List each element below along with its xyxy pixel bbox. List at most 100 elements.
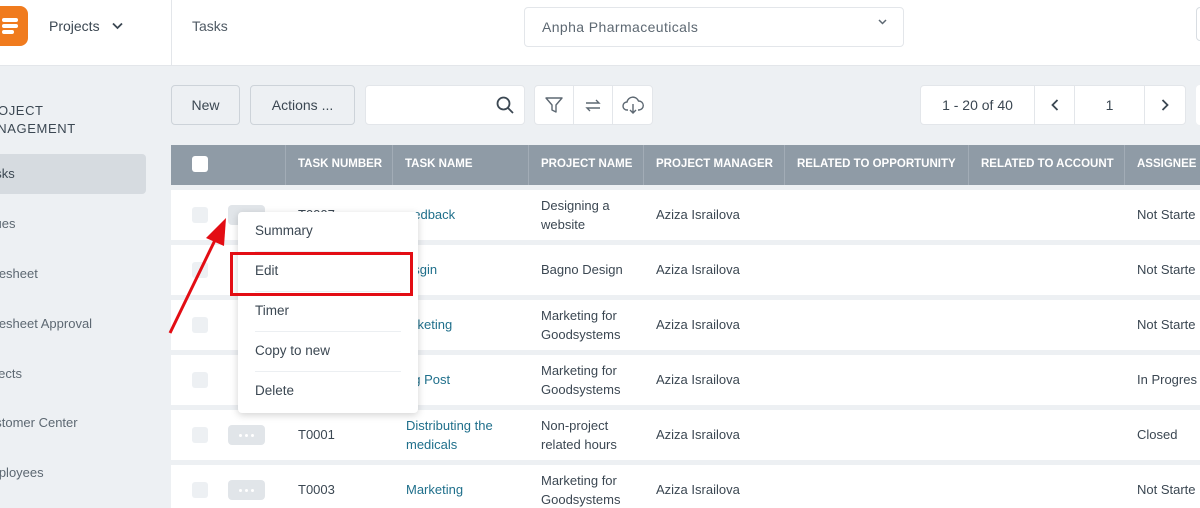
user-menu-button[interactable]	[1196, 7, 1200, 41]
column-project-manager[interactable]: PROJECT MANAGER	[643, 145, 773, 185]
sidebar: ROJECT ANAGEMENT asks sues mesheet meshe…	[0, 66, 171, 508]
sidebar-item-tasks[interactable]: asks	[0, 154, 146, 194]
row-actions-button[interactable]	[228, 425, 265, 445]
sidebar-item-label: mesheet	[0, 266, 38, 281]
list-tools	[534, 85, 653, 125]
menu-item-summary[interactable]: Summary	[255, 212, 401, 252]
row-checkbox[interactable]	[192, 207, 208, 223]
sidebar-item-label: mesheet Approval	[0, 316, 93, 331]
company-select[interactable]: Anpha Pharmaceuticals	[524, 7, 904, 47]
edit-highlight-box	[230, 252, 413, 296]
top-bar: Projects Tasks Anpha Pharmaceuticals	[0, 0, 1200, 66]
column-task-number[interactable]: TASK NUMBER	[285, 145, 382, 185]
project-name-line: Marketing for	[541, 308, 617, 323]
chevron-down-icon	[111, 22, 123, 30]
column-task-name[interactable]: TASK NAME	[392, 145, 473, 185]
sidebar-heading: ROJECT ANAGEMENT	[0, 102, 76, 138]
project-name-line: Goodsystems	[541, 492, 621, 507]
column-related-account[interactable]: RELATED TO ACCOUNT	[968, 145, 1114, 185]
app-name: Projects	[49, 18, 100, 34]
actions-button[interactable]: Actions ...	[250, 85, 355, 125]
project-name: Bagno Design	[541, 262, 623, 277]
sidebar-item-customer-center[interactable]: ustomer Center	[0, 403, 146, 443]
sidebar-heading-line: ROJECT	[0, 103, 44, 118]
project-name: Marketing for Goodsystems	[541, 361, 620, 399]
table-row[interactable]: T0003 Marketing Marketing for Goodsystems…	[171, 465, 1200, 508]
chevron-down-icon	[878, 19, 887, 25]
page-number-field[interactable]: 1	[1075, 86, 1145, 124]
divider	[171, 0, 172, 66]
row-checkbox[interactable]	[192, 262, 208, 278]
project-name: Designing a website	[541, 196, 610, 234]
sidebar-item-timesheet[interactable]: mesheet	[0, 254, 146, 294]
menu-item-delete[interactable]: Delete	[255, 372, 401, 412]
cloud-download-icon	[621, 96, 644, 114]
search-icon[interactable]	[496, 96, 514, 114]
column-related-opportunity[interactable]: RELATED TO OPPORTUNITY	[784, 145, 956, 185]
project-manager: Aziza Israilova	[656, 262, 740, 277]
prev-page-button[interactable]	[1035, 86, 1075, 124]
assignee-status: Not Starte	[1137, 207, 1196, 222]
project-manager: Aziza Israilova	[656, 372, 740, 387]
task-name-line: Distributing the	[406, 418, 493, 433]
download-button[interactable]	[613, 86, 652, 124]
sidebar-item-label: ustomer Center	[0, 415, 78, 430]
project-name: Non-project related hours	[541, 416, 617, 454]
company-select-value: Anpha Pharmaceuticals	[542, 19, 699, 35]
toolbar-button[interactable]	[1196, 85, 1200, 125]
refresh-button[interactable]	[574, 86, 613, 124]
project-manager: Aziza Israilova	[656, 427, 740, 442]
project-name: Marketing for Goodsystems	[541, 471, 620, 508]
app-switcher[interactable]: Projects	[49, 18, 123, 34]
task-name-link[interactable]: Marketing	[406, 480, 463, 499]
column-project-name[interactable]: PROJECT NAME	[528, 145, 632, 185]
next-page-button[interactable]	[1145, 86, 1185, 124]
sidebar-item-projects[interactable]: ojects	[0, 354, 146, 394]
task-name-link[interactable]: Distributing the medicals	[406, 416, 493, 454]
sidebar-item-timesheet-approval[interactable]: mesheet Approval	[0, 304, 146, 344]
project-name-line: Marketing for	[541, 473, 617, 488]
project-manager: Aziza Israilova	[656, 482, 740, 497]
sidebar-item-label: asks	[0, 166, 15, 181]
assignee-status: Not Starte	[1137, 317, 1196, 332]
app-logo-icon[interactable]	[0, 6, 28, 46]
assignee-status: Not Starte	[1137, 262, 1196, 277]
task-name-line: medicals	[406, 437, 458, 452]
pagination-range: 1 - 20 of 40	[921, 86, 1035, 124]
project-manager: Aziza Israilova	[656, 207, 740, 222]
filter-button[interactable]	[535, 86, 574, 124]
project-name-line: Non-project	[541, 418, 609, 433]
project-manager: Aziza Israilova	[656, 317, 740, 332]
pagination: 1 - 20 of 40 1	[920, 85, 1186, 125]
project-name-line: website	[541, 217, 586, 232]
search-input[interactable]	[376, 87, 496, 123]
chevron-right-icon	[1161, 99, 1169, 111]
project-name-line: Goodsystems	[541, 327, 621, 342]
project-name-line: Goodsystems	[541, 382, 621, 397]
sidebar-item-label: mployees	[0, 465, 44, 480]
new-button[interactable]: New	[171, 85, 240, 125]
task-number: T0003	[298, 482, 335, 497]
header-actions-column	[215, 145, 285, 185]
select-all-checkbox[interactable]	[192, 156, 208, 172]
row-context-menu: Summary Edit Timer Copy to new Delete	[238, 212, 418, 413]
assignee-status: Not Starte	[1137, 482, 1196, 497]
table-header: TASK NUMBER TASK NAME PROJECT NAME PROJE…	[171, 145, 1200, 185]
project-name-line: Designing a	[541, 198, 610, 213]
table-row[interactable]: T0001 Distributing the medicals Non-proje…	[171, 410, 1200, 460]
assignee-status: In Progres	[1137, 372, 1197, 387]
row-checkbox[interactable]	[192, 317, 208, 333]
sidebar-item-employees[interactable]: mployees	[0, 453, 146, 493]
column-assignee-status[interactable]: ASSIGNEE S	[1124, 145, 1200, 185]
chevron-left-icon	[1050, 99, 1058, 111]
row-checkbox[interactable]	[192, 372, 208, 388]
row-actions-button[interactable]	[228, 480, 265, 500]
sidebar-item-issues[interactable]: sues	[0, 204, 146, 244]
row-checkbox[interactable]	[192, 427, 208, 443]
menu-item-copy-to-new[interactable]: Copy to new	[255, 332, 401, 372]
menu-item-timer[interactable]: Timer	[255, 292, 401, 332]
row-checkbox[interactable]	[192, 482, 208, 498]
refresh-icon	[585, 99, 601, 111]
page-title: Tasks	[192, 18, 228, 34]
project-name: Marketing for Goodsystems	[541, 306, 620, 344]
